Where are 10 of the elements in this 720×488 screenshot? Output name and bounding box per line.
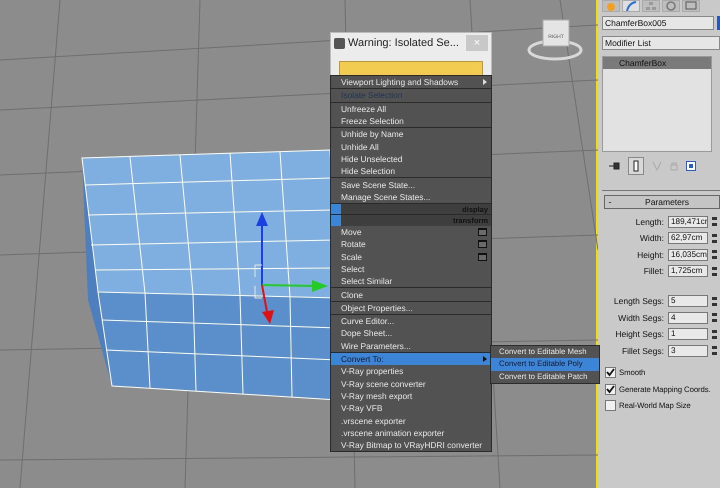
- rollout-title: Parameters: [644, 197, 690, 207]
- parameter-label: Fillet Segs:: [620, 346, 665, 356]
- dialog-title: Warning: Isolated Se...: [348, 37, 460, 49]
- parameter-label: Width Segs:: [617, 312, 665, 322]
- parameter-label: Height:: [636, 250, 665, 260]
- parameter-label: Width:: [638, 233, 665, 243]
- parameter-label: Length Segs:: [612, 296, 665, 306]
- parameter-label: Length:: [634, 216, 665, 226]
- parameter-label: Fillet:: [642, 266, 665, 276]
- parameter-label: Height Segs:: [614, 329, 665, 339]
